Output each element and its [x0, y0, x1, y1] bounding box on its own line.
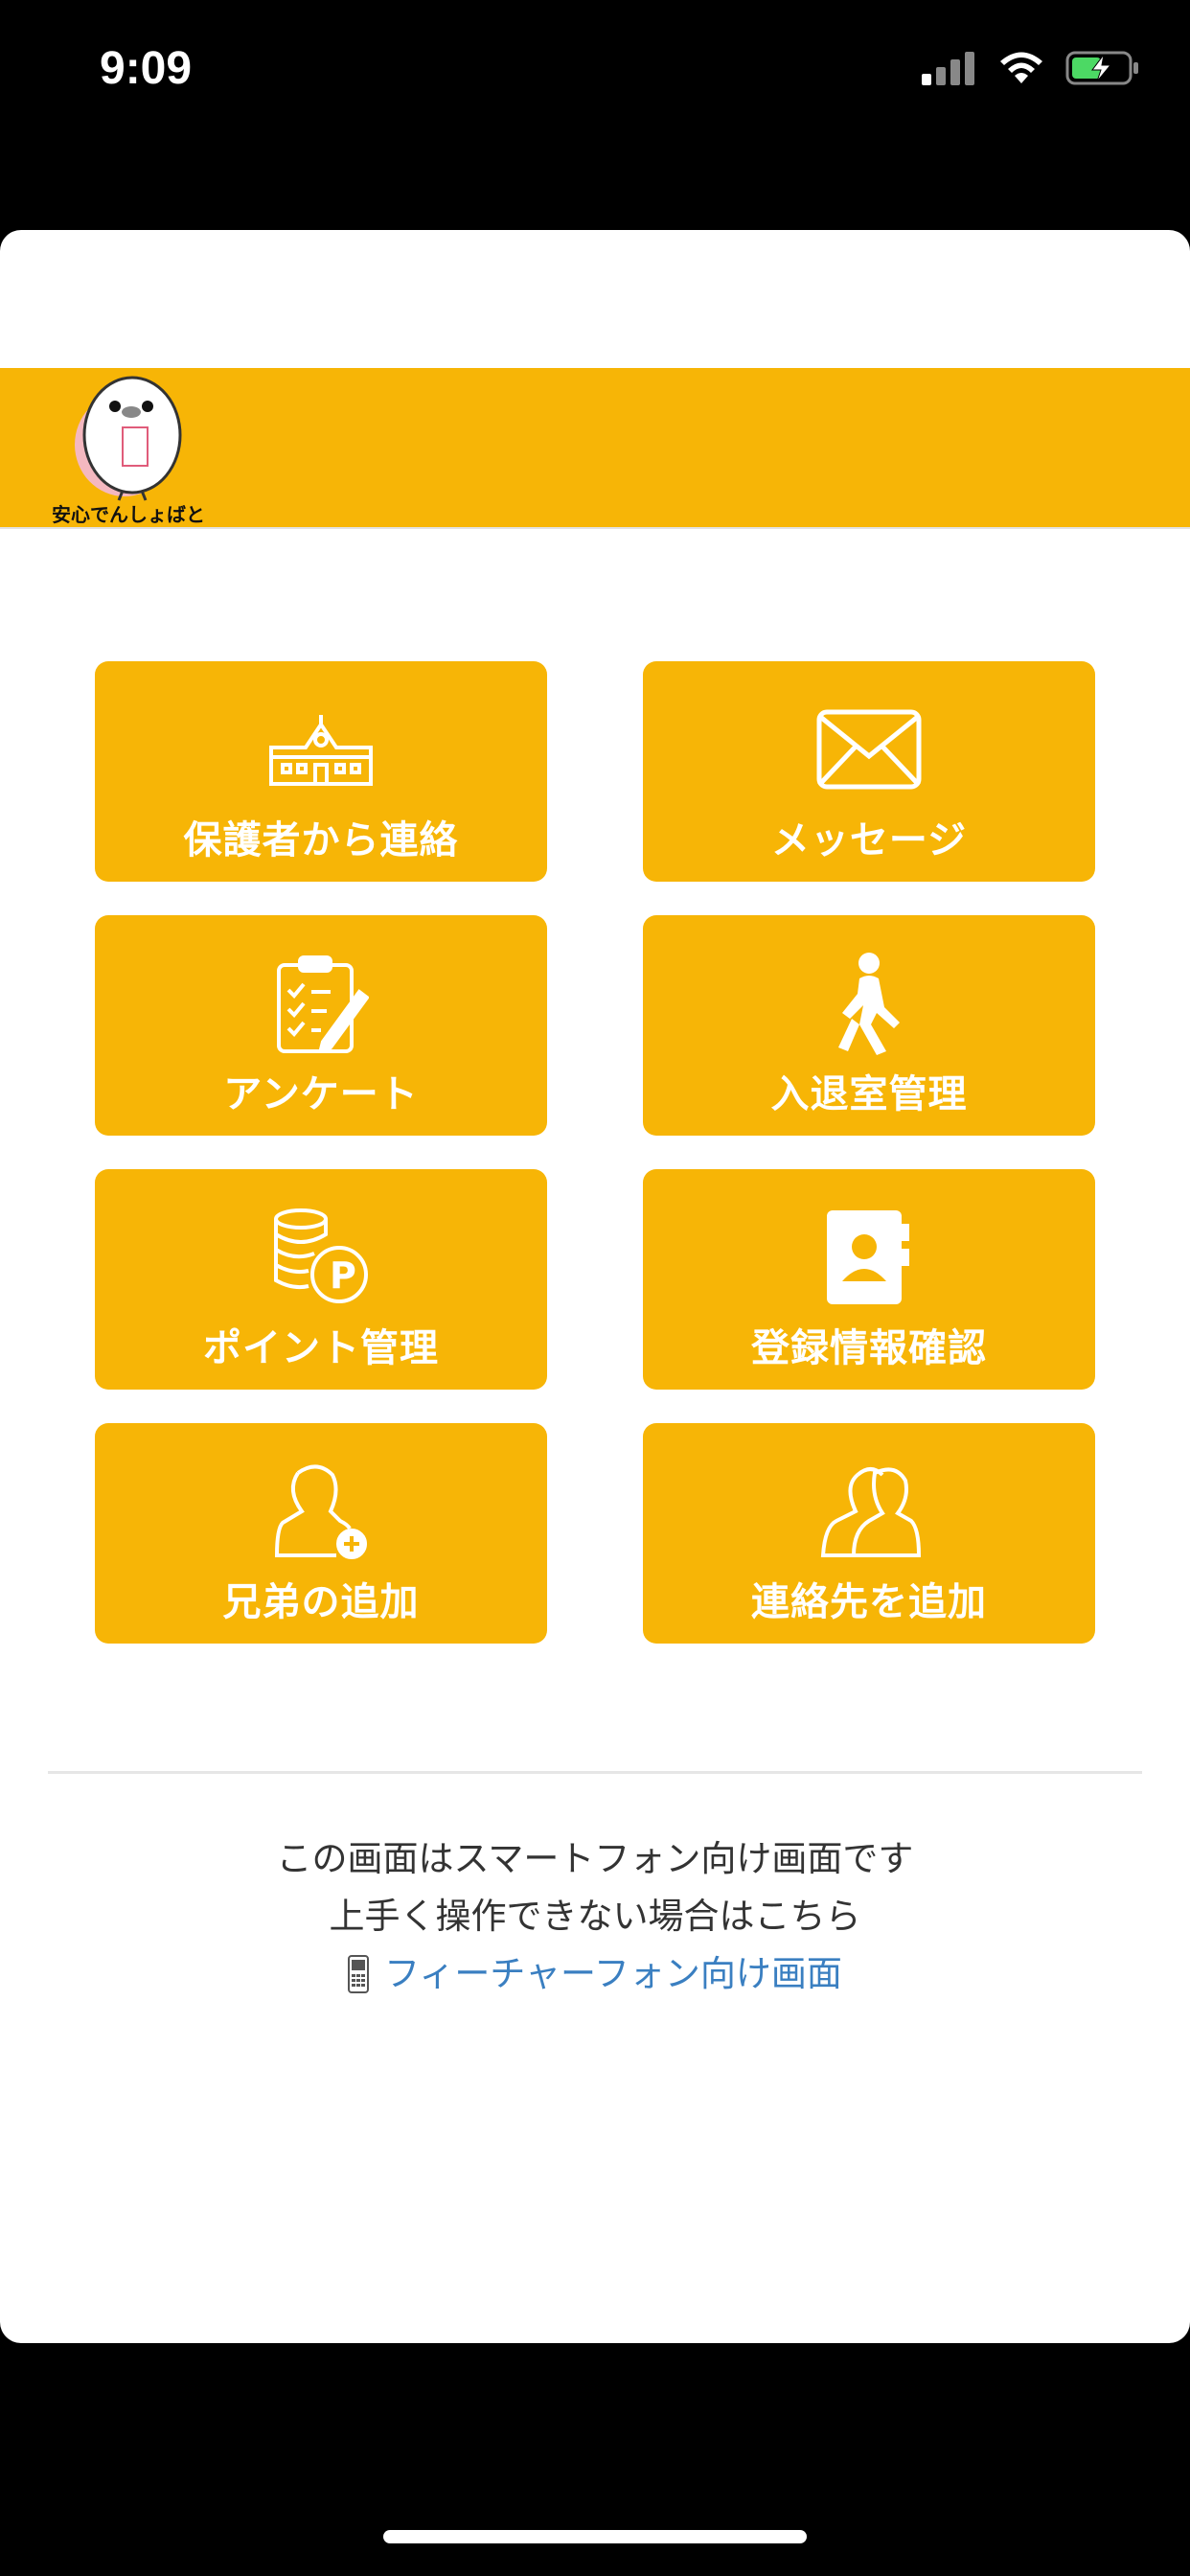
logo-text: 安心でんしょばと — [52, 503, 205, 526]
menu-tile-label: 入退室管理 — [770, 1072, 968, 1116]
footer-divider — [48, 1771, 1142, 1774]
footer-line-1: この画面はスマートフォン向け画面です — [276, 1838, 914, 1879]
menu-tile-label: 兄弟の追加 — [222, 1580, 420, 1624]
menu-tile-attendance[interactable]: 入退室管理 — [643, 915, 1095, 1136]
feature-phone-icon — [348, 1955, 370, 1993]
menu-tile-label: アンケート — [223, 1072, 419, 1116]
menu-tile-messages[interactable]: メッセージ — [643, 661, 1095, 882]
home-indicator[interactable] — [383, 2530, 807, 2543]
menu-tile-label: 連絡先を追加 — [751, 1580, 987, 1624]
menu-tile-registration-info[interactable]: 登録情報確認 — [643, 1169, 1095, 1390]
menu-tile-label: ポイント管理 — [203, 1326, 439, 1370]
feature-phone-link[interactable]: フィーチャーフォン向け画面 — [384, 1945, 842, 2003]
contact-book-icon — [823, 1209, 915, 1305]
coins-point-icon: P — [270, 1208, 372, 1305]
menu-tile-label: 登録情報確認 — [751, 1326, 987, 1370]
menu-tile-add-contact[interactable]: 連絡先を追加 — [643, 1423, 1095, 1644]
menu-tile-add-sibling[interactable]: 兄弟の追加 — [95, 1423, 547, 1644]
main-sheet: 安心でんしょばと 保護者から連絡 メッセージ アンケート 入退室管理 P ポイン… — [0, 230, 1190, 2343]
battery-charging-icon — [1065, 51, 1138, 85]
add-person-icon — [273, 1463, 369, 1559]
menu-tile-points[interactable]: P ポイント管理 — [95, 1169, 547, 1390]
menu-tile-survey[interactable]: アンケート — [95, 915, 547, 1136]
header-band: 安心でんしょばと — [0, 368, 1190, 529]
svg-text:P: P — [330, 1254, 356, 1297]
app-logo[interactable]: 安心でんしょばと — [46, 368, 218, 527]
status-bar: 9:09 — [0, 0, 1190, 144]
status-icons — [920, 50, 1142, 86]
signal-icon — [922, 52, 974, 85]
footer-line-2: 上手く操作できない場合はこちら — [329, 1896, 861, 1937]
menu-tile-label: メッセージ — [770, 818, 968, 862]
menu-tile-label: 保護者から連絡 — [183, 818, 459, 862]
status-time: 9:09 — [100, 43, 193, 94]
envelope-icon — [815, 702, 923, 797]
walking-person-icon — [831, 953, 907, 1055]
menu-tile-parent-contact[interactable]: 保護者から連絡 — [95, 661, 547, 882]
feature-phone-link-row: フィーチャーフォン向け画面 — [348, 1945, 842, 2003]
footer: この画面はスマートフォン向け画面です 上手く操作できない場合はこちら フィーチャ… — [0, 1830, 1190, 2003]
wifi-icon — [1000, 52, 1042, 83]
school-icon — [267, 702, 375, 797]
people-icon — [815, 1463, 923, 1559]
clipboard-icon — [273, 955, 369, 1053]
pigeon-mascot-icon — [75, 376, 182, 501]
